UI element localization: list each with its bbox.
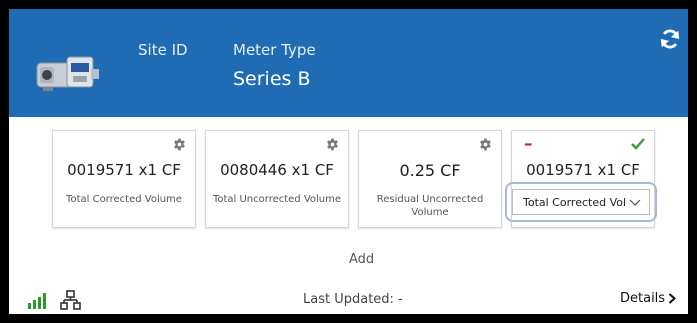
- volume-type-select[interactable]: Total Corrected Volume: [512, 189, 650, 215]
- card-value: 0.25 CF: [399, 161, 461, 180]
- last-updated-text: Last Updated: -: [303, 292, 403, 307]
- volume-card-residual-uncorrected[interactable]: 0.25 CF Residual Uncorrected Volume: [358, 130, 502, 228]
- card-value: 0019571 x1 CF: [67, 161, 181, 179]
- site-id-label: Site ID: [138, 41, 188, 59]
- network-icon: [60, 290, 81, 310]
- volume-card-total-uncorrected[interactable]: 0080446 x1 CF Total Uncorrected Volume: [205, 130, 349, 228]
- minus-icon[interactable]: –: [524, 136, 533, 153]
- header: Site ID Meter Type Series B: [9, 9, 688, 117]
- refresh-icon[interactable]: [659, 28, 681, 50]
- chevron-down-icon: [629, 199, 641, 206]
- volume-card-total-corrected[interactable]: 0019571 x1 CF Total Corrected Volume: [52, 130, 196, 228]
- card-label: Total Uncorrected Volume: [212, 194, 342, 205]
- app-frame: Site ID Meter Type Series B 0019571 x1 C…: [0, 0, 697, 323]
- signal-bars-icon: [28, 293, 46, 309]
- meter-type-label: Meter Type: [233, 41, 316, 59]
- card-value: 0019571 x1 CF: [526, 161, 640, 179]
- card-label: Total Corrected Volume: [66, 194, 182, 205]
- meter-device-image: [36, 56, 99, 91]
- card-value: 0080446 x1 CF: [220, 161, 334, 179]
- card-label: Residual Uncorrected Volume: [376, 194, 484, 218]
- details-label: Details: [620, 291, 666, 306]
- select-focus-ring: Total Corrected Volume: [505, 182, 657, 222]
- chevron-right-icon: [668, 293, 677, 304]
- add-button[interactable]: Add: [349, 252, 374, 267]
- gear-icon[interactable]: [479, 138, 492, 151]
- meter-type-value: Series B: [233, 68, 311, 90]
- gear-icon[interactable]: [173, 138, 186, 151]
- gear-icon[interactable]: [326, 138, 339, 151]
- checkmark-icon[interactable]: [631, 138, 645, 150]
- details-link[interactable]: Details: [620, 291, 677, 306]
- select-value: Total Corrected Volume: [523, 196, 627, 209]
- volume-card-editing: – 0019571 x1 CF Total Corrected Volume: [505, 130, 657, 228]
